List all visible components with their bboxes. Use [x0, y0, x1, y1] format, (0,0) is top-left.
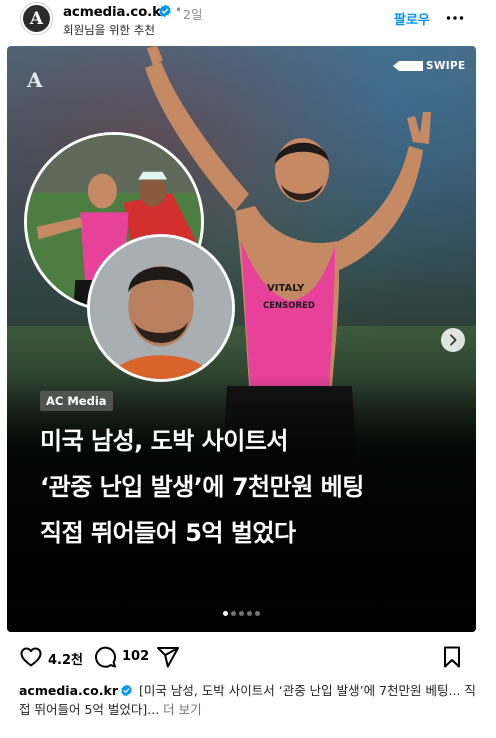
carousel-dot: [239, 611, 244, 616]
shirt-text-2: CENSORED: [263, 301, 315, 311]
heart-icon[interactable]: [19, 645, 43, 669]
media-watermark-logo: A: [27, 68, 43, 92]
action-bar: 4.2천 102: [0, 640, 496, 674]
share-icon[interactable]: [156, 645, 180, 669]
swipe-arrow-icon: [393, 61, 423, 71]
carousel-indicator: [7, 611, 476, 616]
headline-line-2: ‘관중 난입 발생’에 7천만원 베팅: [40, 473, 364, 501]
follow-button[interactable]: 팔로우: [394, 9, 430, 28]
separator-dot: •: [175, 3, 183, 17]
carousel-dot: [223, 611, 228, 616]
bookmark-icon[interactable]: [440, 645, 464, 669]
chevron-right-icon: [450, 334, 457, 346]
shirt-text-1: VITALY: [267, 283, 305, 294]
next-slide-button[interactable]: [441, 328, 465, 352]
inset-photo-mugshot: [87, 234, 235, 382]
swipe-hint: SWIPE: [393, 60, 465, 72]
avatar[interactable]: A: [20, 2, 53, 35]
headline-line-3: 직접 뛰어들어 5억 벌었다: [40, 519, 296, 547]
comment-icon[interactable]: [93, 645, 117, 669]
swipe-label: SWIPE: [426, 60, 466, 72]
like-count[interactable]: 4.2천: [48, 649, 83, 668]
comment-count[interactable]: 102: [122, 649, 149, 664]
caption-username[interactable]: acmedia.co.kr: [19, 683, 118, 698]
post-username[interactable]: acmedia.co.kr: [63, 4, 168, 20]
brand-tag: AC Media: [40, 391, 113, 411]
carousel-dot: [255, 611, 260, 616]
post-time[interactable]: 2일: [183, 4, 202, 23]
post-media[interactable]: VITALY CENSORED A SWIPE AC Media 미국 남성, …: [7, 46, 476, 632]
verified-badge-icon: [159, 4, 171, 18]
post-caption: acmedia.co.kr [미국 남성, 도박 사이트서 ‘관중 난입 발생’…: [19, 681, 479, 719]
post-header: A acmedia.co.kr • 2일 회원님을 위한 추천 팔로우: [0, 0, 496, 44]
see-more-link[interactable]: 더 보기: [163, 702, 201, 717]
headline: 미국 남성, 도박 사이트서 ‘관중 난입 발생’에 7천만원 베팅 직접 뛰어…: [40, 418, 460, 556]
headline-line-1: 미국 남성, 도박 사이트서: [40, 427, 288, 455]
avatar-logo: A: [23, 5, 50, 32]
more-options-icon[interactable]: [445, 8, 465, 28]
verified-badge-icon: [121, 684, 132, 697]
suggested-for-you-label: 회원님을 위한 추천: [63, 23, 155, 37]
carousel-dot: [247, 611, 252, 616]
carousel-dot: [231, 611, 236, 616]
